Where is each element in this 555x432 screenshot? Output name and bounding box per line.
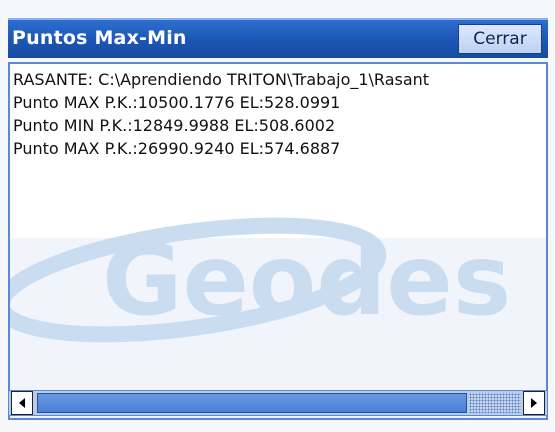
watermark-text: Geodes [102, 224, 511, 338]
puntos-max-min-window: Puntos Max-Min Cerrar Geodes RASANTE: C:… [0, 0, 555, 432]
window-title: Puntos Max-Min [12, 27, 187, 49]
close-button[interactable]: Cerrar [458, 24, 542, 54]
arrow-right-icon [531, 398, 537, 408]
arrow-left-icon [19, 398, 25, 408]
list-item: Punto MAX P.K.:10500.1776 EL:528.0991 [13, 93, 341, 112]
scroll-thumb[interactable] [37, 393, 467, 413]
list-item: Punto MAX P.K.:26990.9240 EL:574.6887 [13, 139, 341, 158]
horizontal-scrollbar[interactable] [8, 390, 548, 416]
scroll-track[interactable] [469, 393, 521, 413]
results-list[interactable]: Geodes RASANTE: C:\Aprendiendo TRITON\Tr… [8, 62, 548, 420]
scroll-right-button[interactable] [523, 391, 545, 415]
title-bar: Puntos Max-Min Cerrar [8, 18, 548, 58]
list-item: Punto MIN P.K.:12849.9988 EL:508.6002 [13, 116, 336, 135]
list-item: RASANTE: C:\Aprendiendo TRITON\Trabajo_1… [13, 70, 430, 89]
geodes-watermark: Geodes [10, 217, 511, 343]
results-lines: RASANTE: C:\Aprendiendo TRITON\Trabajo_1… [13, 68, 546, 160]
scroll-left-button[interactable] [11, 391, 33, 415]
